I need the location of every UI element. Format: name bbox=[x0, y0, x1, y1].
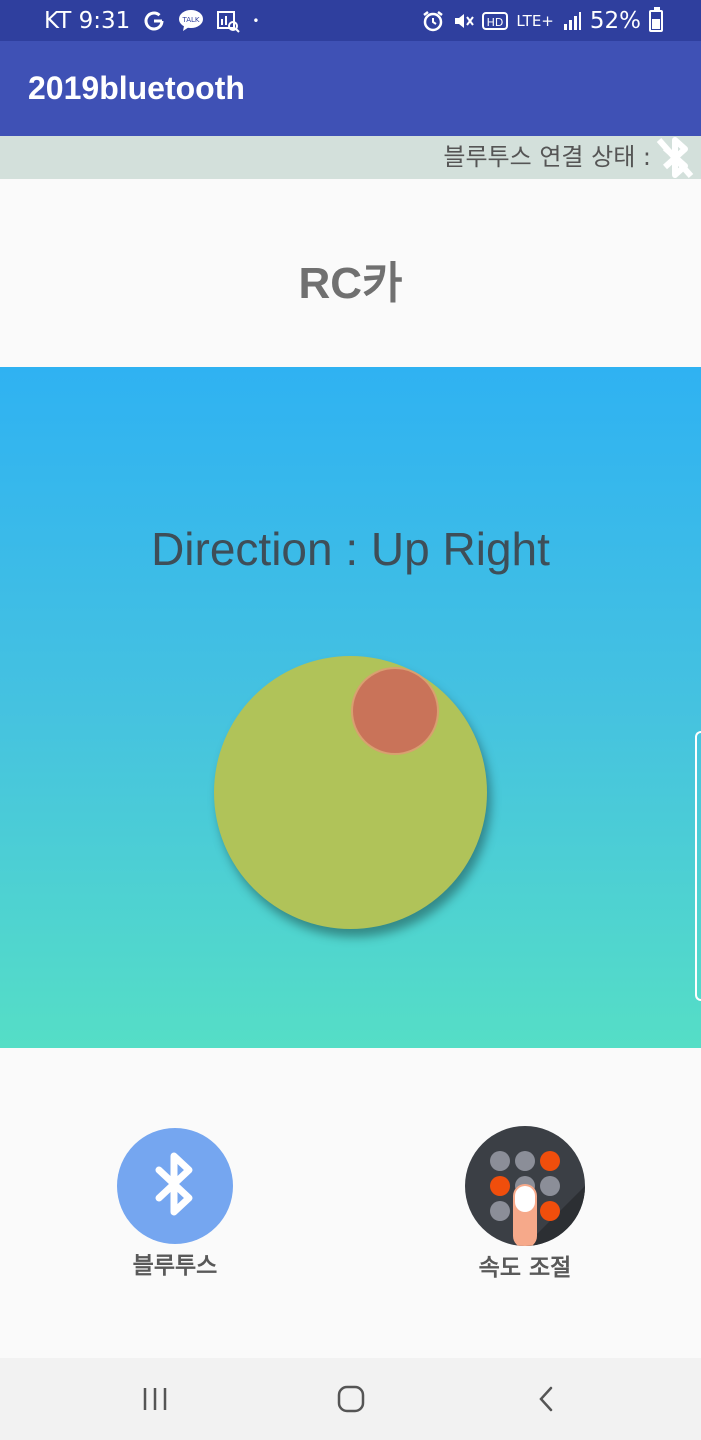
hd-icon: HD bbox=[482, 11, 509, 31]
recents-icon[interactable] bbox=[115, 1358, 195, 1440]
back-icon[interactable] bbox=[507, 1358, 587, 1440]
joystick-knob[interactable] bbox=[353, 669, 437, 753]
speed-control-label: 속도 조절 bbox=[478, 1255, 572, 1281]
svg-text:HD: HD bbox=[487, 16, 504, 29]
bluetooth-button-label: 블루투스 bbox=[132, 1253, 218, 1279]
keypad-touch-icon[interactable] bbox=[465, 1126, 585, 1246]
bottom-actions: 블루투스 속도 조절 bbox=[0, 1048, 701, 1358]
alarm-icon bbox=[422, 10, 444, 32]
bluetooth-button[interactable]: 블루투스 bbox=[105, 1128, 245, 1280]
svg-text:TALK: TALK bbox=[182, 16, 200, 24]
page-title: RC카 bbox=[298, 259, 403, 308]
kakaotalk-icon: TALK bbox=[178, 9, 204, 33]
bluetooth-icon[interactable] bbox=[117, 1128, 233, 1244]
title-section: RC카 bbox=[0, 179, 701, 367]
carrier-time: KT 9:31 bbox=[44, 7, 131, 34]
battery-icon bbox=[649, 6, 663, 32]
connection-status-bar: 블루투스 연결 상태 : bbox=[0, 136, 701, 179]
battery-percent: 52% bbox=[589, 7, 641, 34]
status-left: KT 9:31 TALK • bbox=[44, 0, 259, 41]
joystick-area[interactable]: Direction : Up Right bbox=[0, 367, 701, 1048]
app-bar: 2019bluetooth bbox=[0, 41, 701, 136]
google-icon bbox=[142, 9, 166, 33]
connection-status-label: 블루투스 연결 상태 : bbox=[443, 143, 651, 171]
edge-panel-handle[interactable] bbox=[695, 731, 701, 1001]
mute-icon bbox=[452, 10, 475, 32]
status-bar: KT 9:31 TALK • HD LTE+ 52% bbox=[0, 0, 701, 41]
stats-icon bbox=[216, 9, 241, 33]
speed-control-button[interactable]: 속도 조절 bbox=[455, 1126, 595, 1282]
home-icon[interactable] bbox=[311, 1358, 391, 1440]
lte-icon: LTE+ bbox=[516, 11, 554, 30]
notification-dot: • bbox=[252, 13, 260, 28]
app-title: 2019bluetooth bbox=[28, 70, 245, 106]
joystick-base[interactable] bbox=[214, 656, 487, 929]
bluetooth-disabled-icon bbox=[651, 136, 699, 179]
navigation-bar bbox=[0, 1358, 701, 1440]
battery-level bbox=[652, 19, 660, 29]
direction-text: Direction : Up Right bbox=[151, 523, 550, 575]
signal-icon bbox=[562, 11, 582, 31]
status-right: HD LTE+ 52% bbox=[422, 0, 663, 41]
